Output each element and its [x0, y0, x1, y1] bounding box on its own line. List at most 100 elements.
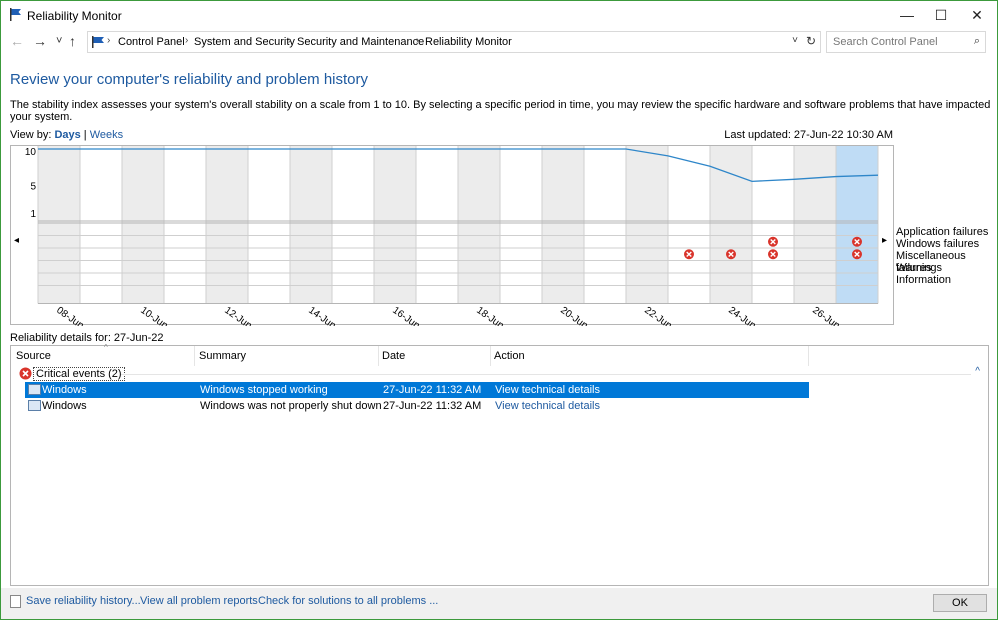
- back-arrow-icon[interactable]: ←: [10, 33, 24, 49]
- legend-warnings: Warnings: [896, 262, 943, 274]
- chart-day-column: [332, 146, 374, 304]
- column-header-summary[interactable]: Summary: [199, 346, 379, 366]
- breadcrumb-security-and-maintenance[interactable]: Security and Maintenance: [297, 36, 424, 48]
- chart-day-column: [584, 146, 626, 304]
- chart-day-column: [290, 146, 332, 304]
- view-days-link[interactable]: Days: [54, 129, 80, 141]
- table-row[interactable]: Windows Windows stopped working 27-Jun-2…: [25, 382, 809, 398]
- row-source: Windows: [42, 384, 87, 396]
- chart-day-column: [80, 146, 122, 304]
- legend-application-failures: Application failures: [896, 226, 989, 238]
- collapse-group-icon[interactable]: ^: [975, 366, 980, 377]
- close-button[interactable]: ✕: [959, 1, 995, 29]
- chart-day-column: [794, 146, 836, 304]
- row-date: 27-Jun-22 11:32 AM: [383, 384, 482, 396]
- chart-day-column: [206, 146, 248, 304]
- address-row: ← → ˅ ↑ › Control Panel › System and Sec…: [1, 29, 997, 55]
- table-row[interactable]: Windows Windows was not properly shut do…: [25, 398, 809, 414]
- page-title: Review your computer's reliability and p…: [10, 71, 369, 88]
- breadcrumb-reliability-monitor[interactable]: Reliability Monitor: [425, 36, 512, 48]
- view-separator: |: [80, 129, 90, 141]
- events-table: Source ^ Summary Date Action Critical ev…: [10, 343, 989, 586]
- column-divider[interactable]: [808, 346, 809, 366]
- x-tick-label: 18-Jun-22: [474, 305, 518, 326]
- scroll-right-icon[interactable]: ▸: [882, 235, 887, 246]
- chart-day-column: [122, 146, 164, 304]
- chart-day-column: [836, 146, 878, 304]
- breadcrumb-system-and-security[interactable]: System and Security: [194, 36, 295, 48]
- windows-app-icon: [28, 384, 41, 395]
- x-tick-label: 14-Jun-22: [306, 305, 350, 326]
- chart-day-column: [374, 146, 416, 304]
- column-header-date[interactable]: Date: [382, 346, 492, 366]
- chart-day-column: [626, 146, 668, 304]
- up-arrow-icon[interactable]: ↑: [69, 33, 76, 49]
- title-bar: Reliability Monitor — ☐ ✕: [1, 1, 997, 29]
- legend-miscellaneous-failures: Miscellaneous failures: [896, 250, 966, 274]
- view-by-label: View by:: [10, 129, 55, 141]
- chart-day-column: [542, 146, 584, 304]
- y-tick-label: 1: [30, 209, 36, 220]
- footer-bar: Save reliability history... View all pro…: [1, 588, 997, 619]
- minimize-button[interactable]: —: [889, 1, 925, 29]
- view-technical-details-link[interactable]: View technical details: [495, 400, 600, 412]
- breadcrumb-control-panel[interactable]: Control Panel: [118, 36, 185, 48]
- view-by: View by: Days | Weeks: [10, 129, 123, 141]
- critical-events-label: Critical events (2): [33, 367, 125, 381]
- error-icon: [19, 367, 32, 380]
- chart-day-column: [416, 146, 458, 304]
- y-tick-label: 5: [30, 181, 36, 192]
- reliability-chart[interactable]: 10 5 1 08-Jun-22 10-Jun-22 12-Jun-22 14-Jun-22…: [10, 145, 894, 326]
- window-title: Reliability Monitor: [27, 9, 122, 23]
- address-dropdown-icon[interactable]: ˅: [792, 35, 798, 46]
- maximize-button[interactable]: ☐: [923, 1, 959, 29]
- refresh-icon[interactable]: ↻: [806, 34, 816, 48]
- check-for-solutions-link[interactable]: Check for solutions to all problems ...: [258, 595, 438, 607]
- chart-legend: Application failures Windows failures Mi…: [896, 226, 997, 286]
- column-header-source[interactable]: Source ^: [16, 343, 196, 366]
- row-date: 27-Jun-22 11:32 AM: [383, 400, 482, 412]
- chart-day-column: [458, 146, 500, 304]
- windows-app-icon: [28, 400, 41, 411]
- x-tick-label: 08-Jun-22: [54, 305, 98, 326]
- column-header-source-label: Source: [16, 350, 51, 362]
- x-tick-label: 22-Jun-22: [642, 305, 686, 326]
- chart-day-column: [668, 146, 710, 304]
- search-placeholder: Search Control Panel: [833, 36, 938, 48]
- breadcrumb-separator: ›: [288, 35, 292, 46]
- search-icon[interactable]: ⌕: [974, 35, 980, 48]
- column-divider[interactable]: [490, 346, 491, 366]
- x-tick-label: 12-Jun-22: [222, 305, 266, 326]
- y-tick-label: 10: [25, 147, 37, 158]
- reliability-monitor-window: Reliability Monitor — ☐ ✕ ← → ˅ ↑ › Cont…: [0, 0, 998, 620]
- recent-locations-icon[interactable]: ˅: [56, 35, 62, 47]
- x-tick-label: 10-Jun-22: [138, 305, 182, 326]
- column-header-action[interactable]: Action: [494, 346, 804, 366]
- last-updated: Last updated: 27-Jun-22 10:30 AM: [724, 129, 893, 141]
- row-summary: Windows was not properly shut down: [200, 400, 382, 412]
- search-input[interactable]: Search Control Panel ⌕: [826, 31, 986, 53]
- breadcrumb-separator: ›: [185, 35, 189, 46]
- column-divider[interactable]: [194, 346, 195, 366]
- chart-svg: 10 5 1 08-Jun-22 10-Jun-22 12-Jun-22 14-Jun-22…: [14, 146, 887, 326]
- x-tick-label: 24-Jun-22: [726, 305, 770, 326]
- view-technical-details-link[interactable]: View technical details: [495, 384, 600, 396]
- column-divider[interactable]: [378, 346, 379, 366]
- forward-arrow-icon[interactable]: →: [33, 33, 47, 49]
- group-divider: [121, 374, 971, 375]
- scroll-left-icon[interactable]: ◂: [14, 235, 19, 246]
- address-bar[interactable]: › Control Panel › System and Security › …: [87, 31, 821, 53]
- chart-day-column: [248, 146, 290, 304]
- view-all-problem-reports-link[interactable]: View all problem reports: [140, 595, 258, 607]
- ok-button[interactable]: OK: [933, 594, 987, 612]
- view-weeks-link[interactable]: Weeks: [90, 129, 123, 141]
- legend-information: Information: [896, 274, 952, 286]
- chart-day-column: [164, 146, 206, 304]
- x-tick-label: 20-Jun-22: [558, 305, 602, 326]
- breadcrumb-separator: ›: [107, 35, 111, 46]
- row-summary: Windows stopped working: [200, 384, 328, 396]
- breadcrumb-separator: ›: [416, 35, 420, 46]
- sort-ascending-icon: ^: [104, 343, 108, 352]
- save-reliability-history-link[interactable]: Save reliability history...: [26, 595, 141, 607]
- row-source: Windows: [42, 400, 87, 412]
